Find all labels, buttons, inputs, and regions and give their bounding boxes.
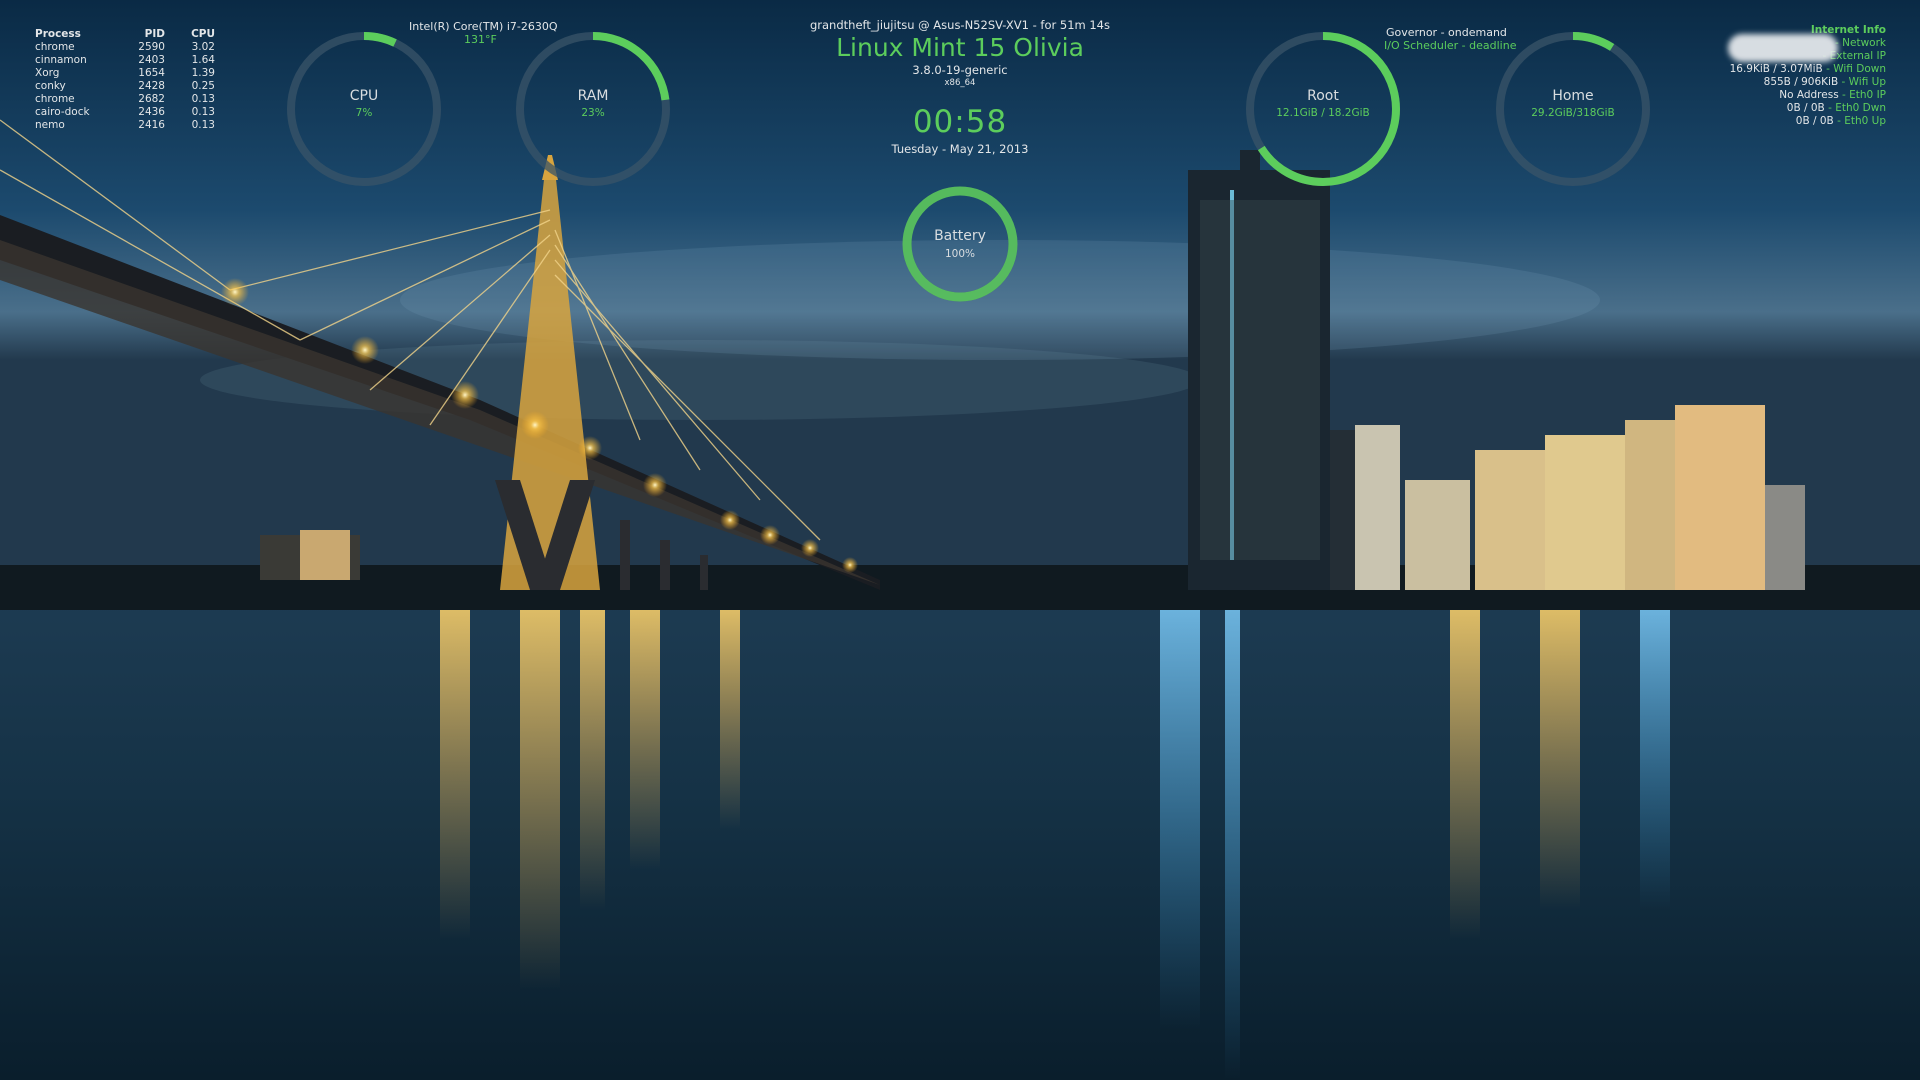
process-pid: 2682	[138, 93, 165, 105]
root-disk-gauge: Root 12.1GiB / 18.2GiB	[1245, 31, 1401, 187]
process-cpu: 0.13	[191, 106, 215, 118]
process-name: Xorg	[35, 67, 60, 79]
table-row: conky 2428 0.25	[35, 80, 215, 93]
gauge-value: 7%	[355, 107, 373, 119]
gauge-label: CPU	[349, 88, 379, 104]
kernel-version: 3.8.0-19-generic	[912, 63, 1008, 77]
table-row: chrome 2682 0.13	[35, 93, 215, 106]
process-pid: 1654	[138, 67, 165, 79]
table-row: chrome 2590 3.02	[35, 41, 215, 54]
net-key: - Wifi Down	[1826, 63, 1886, 75]
gauge-label: Root	[1307, 88, 1339, 104]
ram-gauge: RAM 23%	[515, 31, 671, 187]
battery-gauge: Battery 100%	[902, 186, 1018, 302]
clock-time: 00:58	[912, 104, 1008, 140]
gauge-value: 29.2GiB/318GiB	[1531, 107, 1615, 119]
process-cpu: 3.02	[191, 41, 215, 53]
process-pid: 2416	[138, 119, 165, 131]
net-key: - Eth0 Up	[1837, 115, 1886, 127]
net-value: 0B / 0B	[1795, 115, 1834, 127]
process-name: cairo-dock	[35, 106, 90, 118]
net-line-eth0-down: 0B / 0B - Eth0 Dwn	[1730, 102, 1886, 115]
net-line-wifi-down: 16.9KiB / 3.07MiB - Wifi Down	[1730, 63, 1886, 76]
process-name: nemo	[35, 119, 65, 131]
process-cpu: 0.13	[191, 93, 215, 105]
table-row: cairo-dock 2436 0.13	[35, 106, 215, 119]
net-key: - Eth0 IP	[1842, 89, 1886, 101]
gauge-label: Home	[1552, 88, 1594, 104]
cpu-gauge: CPU 7%	[286, 31, 442, 187]
process-name: chrome	[35, 41, 75, 53]
gauge-label: RAM	[577, 88, 609, 104]
net-line-eth0-ip: No Address - Eth0 IP	[1730, 89, 1886, 102]
home-disk-gauge: Home 29.2GiB/318GiB	[1495, 31, 1651, 187]
architecture: x86_64	[944, 78, 976, 88]
process-name: chrome	[35, 93, 75, 105]
process-pid: 2403	[138, 54, 165, 66]
gauge-fill	[902, 186, 1018, 302]
net-value: 16.9KiB / 3.07MiB	[1729, 63, 1823, 75]
process-cpu: 0.25	[191, 80, 215, 92]
system-info-block: grandtheft_jiujitsu @ Asus-N52SV-XV1 - f…	[760, 18, 1160, 156]
process-cpu: 1.64	[191, 54, 215, 66]
net-value: 855B / 906KiB	[1763, 76, 1839, 88]
net-value: 0B / 0B	[1786, 102, 1825, 114]
header-cpu: CPU	[191, 28, 215, 40]
net-line-wifi-up: 855B / 906KiB - Wifi Up	[1730, 76, 1886, 89]
process-cpu: 0.13	[191, 119, 215, 131]
process-pid: 2428	[138, 80, 165, 92]
header-pid: PID	[144, 28, 165, 40]
net-key: - Network	[1835, 37, 1886, 49]
cpu-temp: 131°F	[464, 33, 497, 46]
process-pid: 2436	[138, 106, 165, 118]
process-table: Process PID CPU chrome 2590 3.02 cinnamo…	[35, 28, 215, 132]
io-scheduler-label: I/O Scheduler - deadline	[1384, 39, 1517, 52]
redaction-blur	[1728, 34, 1838, 62]
process-pid: 2590	[138, 41, 165, 53]
host-uptime-line: grandtheft_jiujitsu @ Asus-N52SV-XV1 - f…	[809, 18, 1110, 32]
net-key: - Wifi Up	[1841, 76, 1887, 88]
process-name: conky	[35, 80, 66, 92]
gauge-ring	[902, 186, 1018, 302]
gauge-value: 12.1GiB / 18.2GiB	[1276, 107, 1370, 119]
table-row: Xorg 1654 1.39	[35, 67, 215, 80]
net-line-eth0-up: 0B / 0B - Eth0 Up	[1730, 115, 1886, 128]
process-cpu: 1.39	[191, 67, 215, 79]
gauge-value: 23%	[581, 107, 605, 119]
gauge-label: Battery	[934, 228, 986, 244]
net-key: - Eth0 Dwn	[1828, 102, 1886, 114]
process-table-header: Process PID CPU	[35, 28, 215, 41]
distro-name: Linux Mint 15 Olivia	[836, 33, 1084, 62]
net-value: No Address	[1779, 89, 1839, 101]
clock-date: Tuesday - May 21, 2013	[891, 142, 1029, 156]
process-name: cinnamon	[35, 54, 87, 66]
table-row: cinnamon 2403 1.64	[35, 54, 215, 67]
governor-label: Governor - ondemand	[1386, 26, 1507, 39]
gauge-value: 100%	[944, 248, 976, 260]
header-process: Process	[35, 28, 81, 40]
table-row: nemo 2416 0.13	[35, 119, 215, 132]
